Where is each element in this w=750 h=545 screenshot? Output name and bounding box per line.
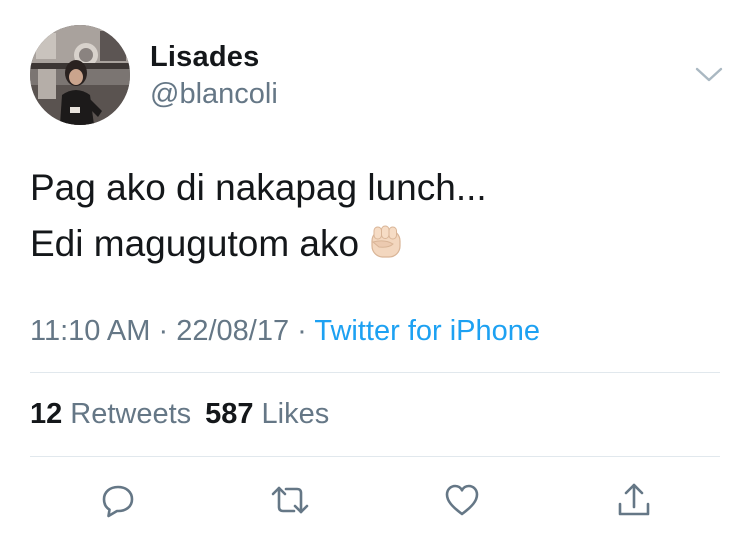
tweet-source-link[interactable]: Twitter for iPhone bbox=[314, 315, 540, 347]
tweet-date: 22/08/17 bbox=[176, 315, 290, 347]
reply-button[interactable] bbox=[96, 478, 140, 522]
divider bbox=[30, 456, 720, 457]
likes-label: Likes bbox=[261, 398, 330, 430]
retweets-label: Retweets bbox=[70, 398, 192, 430]
tweet-text-line: Pag ako di nakapag lunch... bbox=[30, 167, 487, 208]
divider bbox=[30, 372, 720, 373]
chevron-down-icon[interactable] bbox=[693, 62, 725, 86]
like-button[interactable] bbox=[440, 478, 484, 522]
retweets-count: 12 bbox=[30, 398, 63, 430]
tweet-time: 11:10 AM bbox=[30, 315, 151, 347]
like-icon bbox=[445, 484, 479, 516]
retweet-icon bbox=[271, 486, 309, 514]
raised-fist-icon bbox=[365, 222, 407, 264]
likes-count: 587 bbox=[205, 398, 254, 430]
display-name[interactable]: Lisades bbox=[150, 41, 259, 74]
engagement-stats: 12 Retweets 587 Likes bbox=[30, 398, 329, 431]
tweet-meta: 11:10 AM · 22/08/17 · Twitter for iPhone bbox=[30, 315, 540, 348]
share-icon bbox=[618, 483, 650, 516]
tweet-detail: Lisades @blancoli Pag ako di nakapag lun… bbox=[0, 0, 750, 545]
retweets-stat[interactable]: 12 Retweets bbox=[30, 398, 191, 430]
avatar-photo bbox=[30, 25, 130, 125]
tweet-text-line-text: Edi magugutom ako bbox=[30, 223, 360, 264]
avatar[interactable] bbox=[30, 25, 130, 125]
share-button[interactable] bbox=[612, 478, 656, 522]
reply-icon bbox=[102, 485, 134, 518]
tweet-text-line: Edi magugutom ako bbox=[30, 216, 487, 272]
retweet-button[interactable] bbox=[268, 478, 312, 522]
likes-stat[interactable]: 587 Likes bbox=[205, 398, 329, 430]
tweet-text: Pag ako di nakapag lunch... Edi maguguto… bbox=[30, 160, 487, 272]
meta-separator: · bbox=[297, 315, 307, 347]
meta-separator: · bbox=[158, 315, 169, 347]
user-handle[interactable]: @blancoli bbox=[150, 78, 278, 111]
